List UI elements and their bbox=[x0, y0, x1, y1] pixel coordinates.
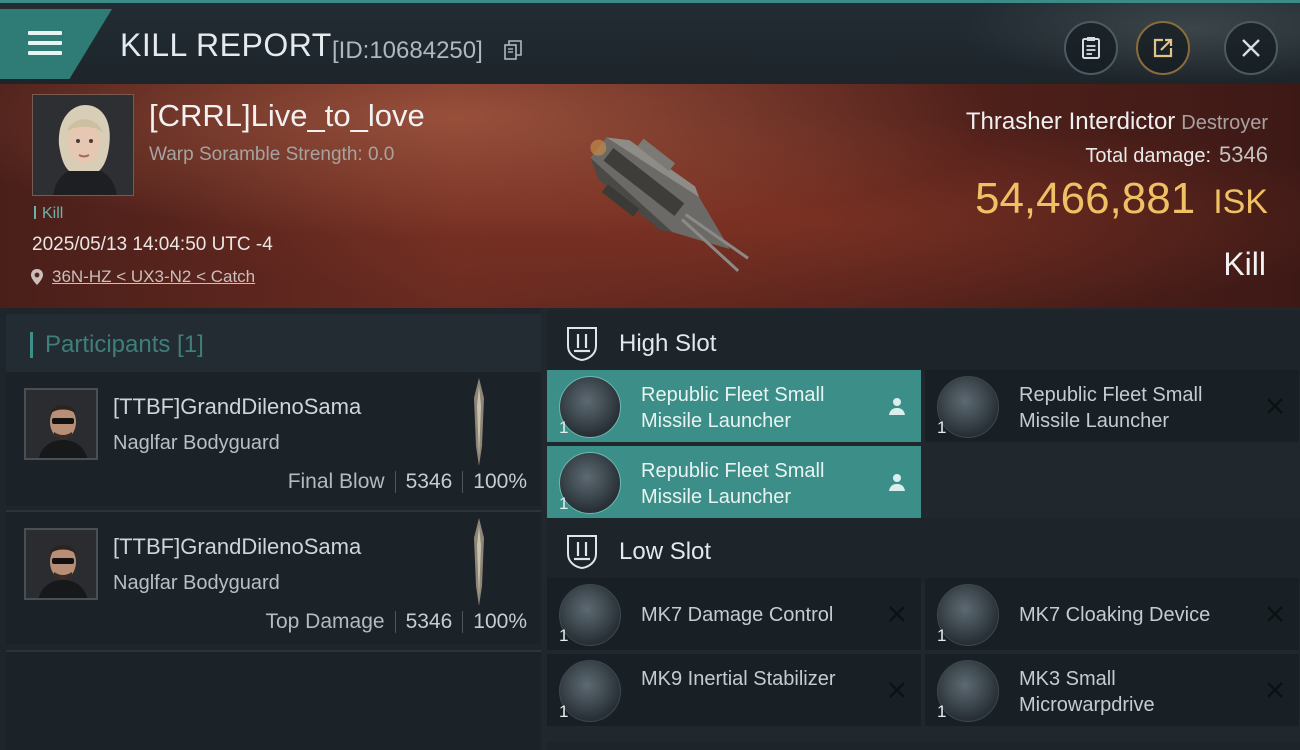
hamburger-icon-line bbox=[28, 31, 62, 35]
hamburger-icon-line bbox=[28, 51, 62, 55]
module-name: Republic Fleet Small Missile Launcher bbox=[1019, 384, 1203, 432]
destroyed-x-icon[interactable] bbox=[1263, 678, 1287, 702]
participant-row[interactable]: [TTBF]GrandDilenoSama Naglfar Bodyguard … bbox=[6, 510, 541, 644]
destroyed-x-icon[interactable] bbox=[885, 678, 909, 702]
damage-percent: 100% bbox=[473, 470, 527, 493]
location-pin-icon bbox=[31, 269, 43, 285]
participant-name[interactable]: [TTBF]GrandDilenoSama bbox=[113, 394, 361, 420]
fitting-panel: High Slot 1 Republic Fleet Small Missile… bbox=[541, 308, 1300, 750]
page-title: KILL REPORT bbox=[120, 27, 332, 63]
kill-location-link[interactable]: 36N-HZ < UX3-N2 < Catch bbox=[30, 267, 255, 287]
participant-ship: Naglfar Bodyguard bbox=[113, 572, 280, 594]
low-slot-label: Low Slot bbox=[619, 538, 712, 565]
participant-stats: Top Damage 5346 100% bbox=[265, 610, 527, 634]
high-slot-icon bbox=[567, 327, 597, 362]
participant-stats: Final Blow 5346 100% bbox=[288, 470, 527, 494]
module-name: MK9 Inertial Stabilizer bbox=[641, 668, 836, 690]
location-text: 36N-HZ < UX3-N2 < Catch bbox=[52, 267, 256, 286]
top-damage-label: Top Damage bbox=[265, 610, 385, 633]
ship-icon bbox=[474, 518, 484, 606]
module-slot[interactable]: 1 Republic Fleet Small Missile Launcher bbox=[547, 446, 921, 518]
fitted-person-icon[interactable] bbox=[885, 394, 909, 418]
isk-value: 54,466,881 ISK bbox=[975, 174, 1268, 224]
avatar[interactable] bbox=[24, 528, 98, 600]
isk-amount: 54,466,881 bbox=[974, 174, 1196, 223]
participants-header: Participants [1] bbox=[6, 314, 541, 374]
total-damage-value: 5346 bbox=[1219, 142, 1268, 167]
module-slot[interactable]: 1 MK3 Small Microwarpdrive bbox=[925, 654, 1299, 726]
module-name: Republic Fleet Small Missile Launcher bbox=[641, 384, 825, 432]
share-button[interactable] bbox=[1136, 21, 1190, 75]
high-slot-header: High Slot bbox=[547, 310, 1300, 376]
destroyed-x-icon[interactable] bbox=[885, 602, 909, 626]
clipboard-button[interactable] bbox=[1064, 21, 1118, 75]
divider bbox=[462, 611, 464, 633]
participant-row[interactable]: [TTBF]GrandDilenoSama Naglfar Bodyguard … bbox=[6, 372, 541, 506]
ship-name: Thrasher Interdictor Destroyer bbox=[966, 108, 1268, 136]
participants-list-end bbox=[6, 650, 541, 750]
damage-percent: 100% bbox=[473, 610, 527, 633]
module-quantity: 1 bbox=[937, 702, 947, 721]
module-slot[interactable]: 1 MK9 Inertial Stabilizer bbox=[547, 654, 921, 726]
kill-datetime: 2025/05/13 14:04:50 UTC -4 bbox=[32, 234, 273, 255]
kill-result: Kill bbox=[1223, 246, 1266, 282]
participant-ship: Naglfar Bodyguard bbox=[113, 432, 280, 454]
module-quantity: 1 bbox=[559, 626, 569, 645]
kill-report-header: KILL REPORT [ID:10684250] bbox=[0, 0, 1300, 87]
high-slot-label: High Slot bbox=[619, 330, 717, 357]
kill-type-tag: Kill bbox=[34, 205, 63, 223]
destroyed-x-icon[interactable] bbox=[1263, 394, 1287, 418]
module-name: Republic Fleet Small Missile Launcher bbox=[641, 460, 825, 508]
ship-icon bbox=[474, 378, 484, 466]
module-name: MK3 Small Microwarpdrive bbox=[1019, 668, 1155, 716]
divider bbox=[394, 471, 396, 493]
module-slot[interactable]: 1 Republic Fleet Small Missile Launcher bbox=[547, 370, 921, 442]
next-slot-header bbox=[547, 742, 1300, 750]
module-quantity: 1 bbox=[937, 418, 947, 437]
destroyed-x-icon[interactable] bbox=[1263, 602, 1287, 626]
module-quantity: 1 bbox=[559, 702, 569, 721]
low-slot-icon bbox=[567, 535, 597, 570]
damage-value: 5346 bbox=[405, 610, 453, 633]
total-damage-label: Total damage: bbox=[1085, 145, 1212, 167]
participant-name[interactable]: [TTBF]GrandDilenoSama bbox=[113, 534, 361, 560]
close-button[interactable] bbox=[1224, 21, 1278, 75]
damage-value: 5346 bbox=[405, 470, 453, 493]
share-icon bbox=[1153, 38, 1173, 58]
victim-name[interactable]: [CRRL]Live_to_love bbox=[149, 98, 425, 134]
fitted-person-icon[interactable] bbox=[885, 470, 909, 494]
report-id: [ID:10684250] bbox=[332, 37, 483, 64]
module-slot[interactable]: 1 MK7 Damage Control bbox=[547, 578, 921, 650]
module-quantity: 1 bbox=[559, 494, 569, 513]
avatar[interactable] bbox=[24, 388, 98, 460]
copy-icon[interactable] bbox=[504, 40, 522, 60]
character-portrait-icon bbox=[26, 530, 96, 598]
warp-scramble-strength: Warp Soramble Strength: 0.0 bbox=[149, 144, 395, 165]
close-icon bbox=[1242, 39, 1260, 57]
isk-unit: ISK bbox=[1213, 183, 1268, 221]
low-slot-header: Low Slot bbox=[547, 518, 1300, 584]
divider bbox=[462, 471, 464, 493]
module-name: MK7 Damage Control bbox=[641, 604, 834, 626]
final-blow-label: Final Blow bbox=[287, 470, 385, 493]
participants-panel: Participants [1] [TTBF]GrandDilenoSama N… bbox=[0, 308, 541, 750]
total-damage: Total damage: 5346 bbox=[1085, 142, 1268, 168]
menu-button[interactable] bbox=[0, 9, 112, 79]
character-portrait-icon bbox=[33, 95, 133, 195]
ship-render bbox=[590, 137, 749, 272]
divider bbox=[394, 611, 396, 633]
victim-banner: [CRRL]Live_to_love Warp Soramble Strengt… bbox=[0, 84, 1300, 308]
character-portrait-icon bbox=[26, 390, 96, 458]
ship-type-name: Thrasher Interdictor bbox=[965, 108, 1176, 135]
ship-class: Destroyer bbox=[1181, 112, 1268, 134]
hamburger-icon-line bbox=[28, 41, 62, 45]
module-name: MK7 Cloaking Device bbox=[1019, 604, 1211, 626]
module-slot[interactable]: 1 MK7 Cloaking Device bbox=[925, 578, 1299, 650]
victim-avatar[interactable] bbox=[32, 94, 134, 196]
module-slot[interactable]: 1 Republic Fleet Small Missile Launcher bbox=[925, 370, 1299, 442]
participants-title: Participants [1] bbox=[30, 332, 204, 358]
module-quantity: 1 bbox=[559, 418, 569, 437]
clipboard-icon bbox=[1082, 37, 1100, 59]
module-quantity: 1 bbox=[937, 626, 947, 645]
